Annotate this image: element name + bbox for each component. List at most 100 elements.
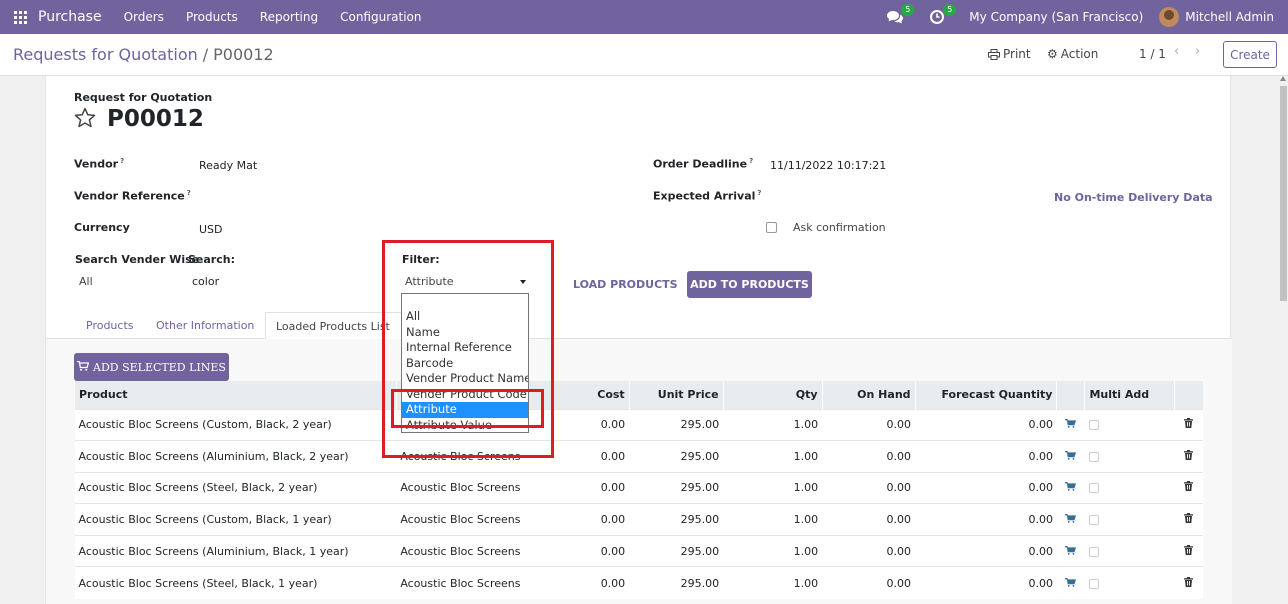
filter-option-name[interactable]: Name (402, 325, 528, 341)
action-button[interactable]: ⚙ Action (1047, 47, 1098, 61)
cell-cost[interactable]: 0.00 (526, 534, 630, 567)
scroll-thumb[interactable] (1280, 86, 1287, 301)
cell-product-template[interactable]: Acoustic Bloc Screens (396, 534, 527, 567)
table-row[interactable]: Acoustic Bloc Screens (Custom, Black, 1 … (74, 503, 1203, 536)
cell-product-template[interactable]: Acoustic Bloc Screens (396, 471, 527, 504)
col-forecast-quantity[interactable]: Forecast Quantity (914, 381, 1057, 409)
col-product[interactable]: Product (74, 381, 397, 409)
cell-qty[interactable]: 1.00 (723, 471, 823, 504)
user-menu[interactable]: Mitchell Admin (1185, 10, 1274, 24)
user-avatar[interactable] (1159, 7, 1180, 27)
cart-icon[interactable] (1065, 450, 1077, 463)
cell-unit-price[interactable]: 295.00 (629, 566, 724, 599)
trash-icon[interactable] (1184, 576, 1194, 590)
cell-qty[interactable]: 1.00 (723, 440, 823, 473)
cell-product-template[interactable]: Acoustic Bloc Screens (396, 503, 527, 536)
menu-orders[interactable]: Orders (124, 10, 164, 24)
breadcrumb-parent[interactable]: Requests for Quotation (13, 45, 198, 64)
pager-previous-icon[interactable]: ‹ (1174, 44, 1179, 59)
cell-cost[interactable]: 0.00 (526, 503, 630, 536)
cell-qty[interactable]: 1.00 (723, 503, 823, 536)
cart-icon[interactable] (1065, 481, 1077, 494)
app-brand[interactable]: Purchase (38, 9, 102, 25)
trash-icon[interactable] (1184, 481, 1194, 494)
cart-icon[interactable] (1065, 513, 1077, 526)
cell-cost[interactable]: 0.00 (526, 471, 630, 504)
currency-field[interactable]: USD (199, 223, 223, 236)
cell-unit-price[interactable]: 295.00 (629, 503, 724, 536)
cell-product-template[interactable]: Acoustic Bloc Screens (396, 566, 527, 599)
multi-add-checkbox[interactable] (1088, 483, 1099, 494)
cell-forecast[interactable]: 0.00 (915, 471, 1057, 504)
col-unit-price[interactable]: Unit Price (628, 381, 724, 409)
pager-value[interactable]: 1 / 1 (1139, 47, 1166, 61)
print-button[interactable]: Print (988, 47, 1031, 61)
vendor-field[interactable]: Ready Mat (199, 159, 257, 172)
create-button[interactable]: Create (1223, 41, 1277, 68)
scroll-up-arrow-icon[interactable] (1280, 76, 1286, 81)
cell-qty[interactable]: 1.00 (723, 566, 823, 599)
cell-on-hand[interactable]: 0.00 (822, 440, 916, 473)
tab-other-information[interactable]: Other Information (156, 312, 254, 339)
add-selected-lines-button[interactable]: ADD SELECTED LINES (74, 353, 229, 381)
cart-icon[interactable] (1065, 577, 1077, 590)
pager-next-icon[interactable]: › (1195, 44, 1200, 59)
cell-on-hand[interactable]: 0.00 (822, 566, 916, 599)
page-scrollbar[interactable] (1279, 76, 1288, 604)
cart-icon[interactable] (1065, 545, 1077, 558)
tab-products[interactable]: Products (86, 312, 134, 339)
multi-add-checkbox[interactable] (1088, 451, 1099, 462)
messaging-icon[interactable]: 5 (885, 4, 915, 27)
filter-option-internal-reference[interactable]: Internal Reference (402, 340, 528, 356)
filter-option-all[interactable]: All (402, 309, 528, 325)
filter-option-barcode[interactable]: Barcode (402, 356, 528, 372)
col-multi-add[interactable]: Multi Add (1084, 381, 1175, 409)
cell-unit-price[interactable]: 295.00 (629, 534, 724, 567)
multi-add-checkbox[interactable] (1088, 546, 1099, 557)
cell-qty[interactable]: 1.00 (723, 534, 823, 567)
cell-unit-price[interactable]: 295.00 (629, 440, 724, 473)
table-row[interactable]: Acoustic Bloc Screens (Steel, Black, 1 y… (74, 566, 1203, 599)
cell-forecast[interactable]: 0.00 (915, 503, 1057, 536)
cell-product[interactable]: Acoustic Bloc Screens (Custom, Black, 2 … (74, 408, 397, 441)
table-row[interactable]: Acoustic Bloc Screens (Custom, Black, 2 … (74, 408, 1203, 441)
cell-product[interactable]: Acoustic Bloc Screens (Steel, Black, 2 y… (74, 471, 397, 504)
table-row[interactable]: Acoustic Bloc Screens (Aluminium, Black,… (74, 440, 1203, 473)
cell-product[interactable]: Acoustic Bloc Screens (Custom, Black, 1 … (74, 503, 397, 536)
load-products-button[interactable]: LOAD PRODUCTS (573, 278, 678, 291)
col-qty[interactable]: Qty (722, 381, 823, 409)
company-switcher[interactable]: My Company (San Francisco) (969, 10, 1143, 24)
cell-on-hand[interactable]: 0.00 (822, 408, 916, 441)
favorite-star-icon[interactable] (73, 106, 97, 133)
cell-product[interactable]: Acoustic Bloc Screens (Aluminium, Black,… (74, 440, 397, 473)
search-input[interactable]: color (192, 275, 219, 288)
cell-on-hand[interactable]: 0.00 (822, 503, 916, 536)
cart-icon[interactable] (1065, 418, 1077, 431)
cell-product[interactable]: Acoustic Bloc Screens (Aluminium, Black,… (74, 534, 397, 567)
menu-products[interactable]: Products (186, 10, 238, 24)
search-vendor-wise-select[interactable]: All (79, 275, 93, 288)
activity-clock-icon[interactable]: 5 (927, 4, 957, 27)
cell-on-hand[interactable]: 0.00 (822, 471, 916, 504)
multi-add-checkbox[interactable] (1088, 578, 1099, 589)
multi-add-checkbox[interactable] (1088, 515, 1099, 526)
add-to-products-button[interactable]: ADD TO PRODUCTS (687, 271, 812, 298)
cell-qty[interactable]: 1.00 (723, 408, 823, 441)
table-row[interactable]: Acoustic Bloc Screens (Aluminium, Black,… (74, 534, 1203, 567)
menu-configuration[interactable]: Configuration (340, 10, 421, 24)
cell-product[interactable]: Acoustic Bloc Screens (Steel, Black, 1 y… (74, 566, 397, 599)
cell-unit-price[interactable]: 295.00 (629, 471, 724, 504)
ask-confirmation-checkbox[interactable] (766, 222, 777, 233)
order-deadline-field[interactable]: 11/11/2022 10:17:21 (770, 159, 886, 172)
cell-unit-price[interactable]: 295.00 (629, 408, 724, 441)
cell-forecast[interactable]: 0.00 (915, 440, 1057, 473)
cell-forecast[interactable]: 0.00 (915, 566, 1057, 599)
multi-add-checkbox[interactable] (1088, 420, 1099, 431)
filter-option-vender-product-name[interactable]: Vender Product Name (402, 371, 528, 387)
trash-icon[interactable] (1184, 418, 1194, 431)
cell-on-hand[interactable]: 0.00 (822, 534, 916, 567)
cell-forecast[interactable]: 0.00 (915, 408, 1057, 441)
trash-icon[interactable] (1184, 513, 1194, 526)
cell-cost[interactable]: 0.00 (526, 566, 630, 599)
trash-icon[interactable] (1184, 449, 1194, 463)
